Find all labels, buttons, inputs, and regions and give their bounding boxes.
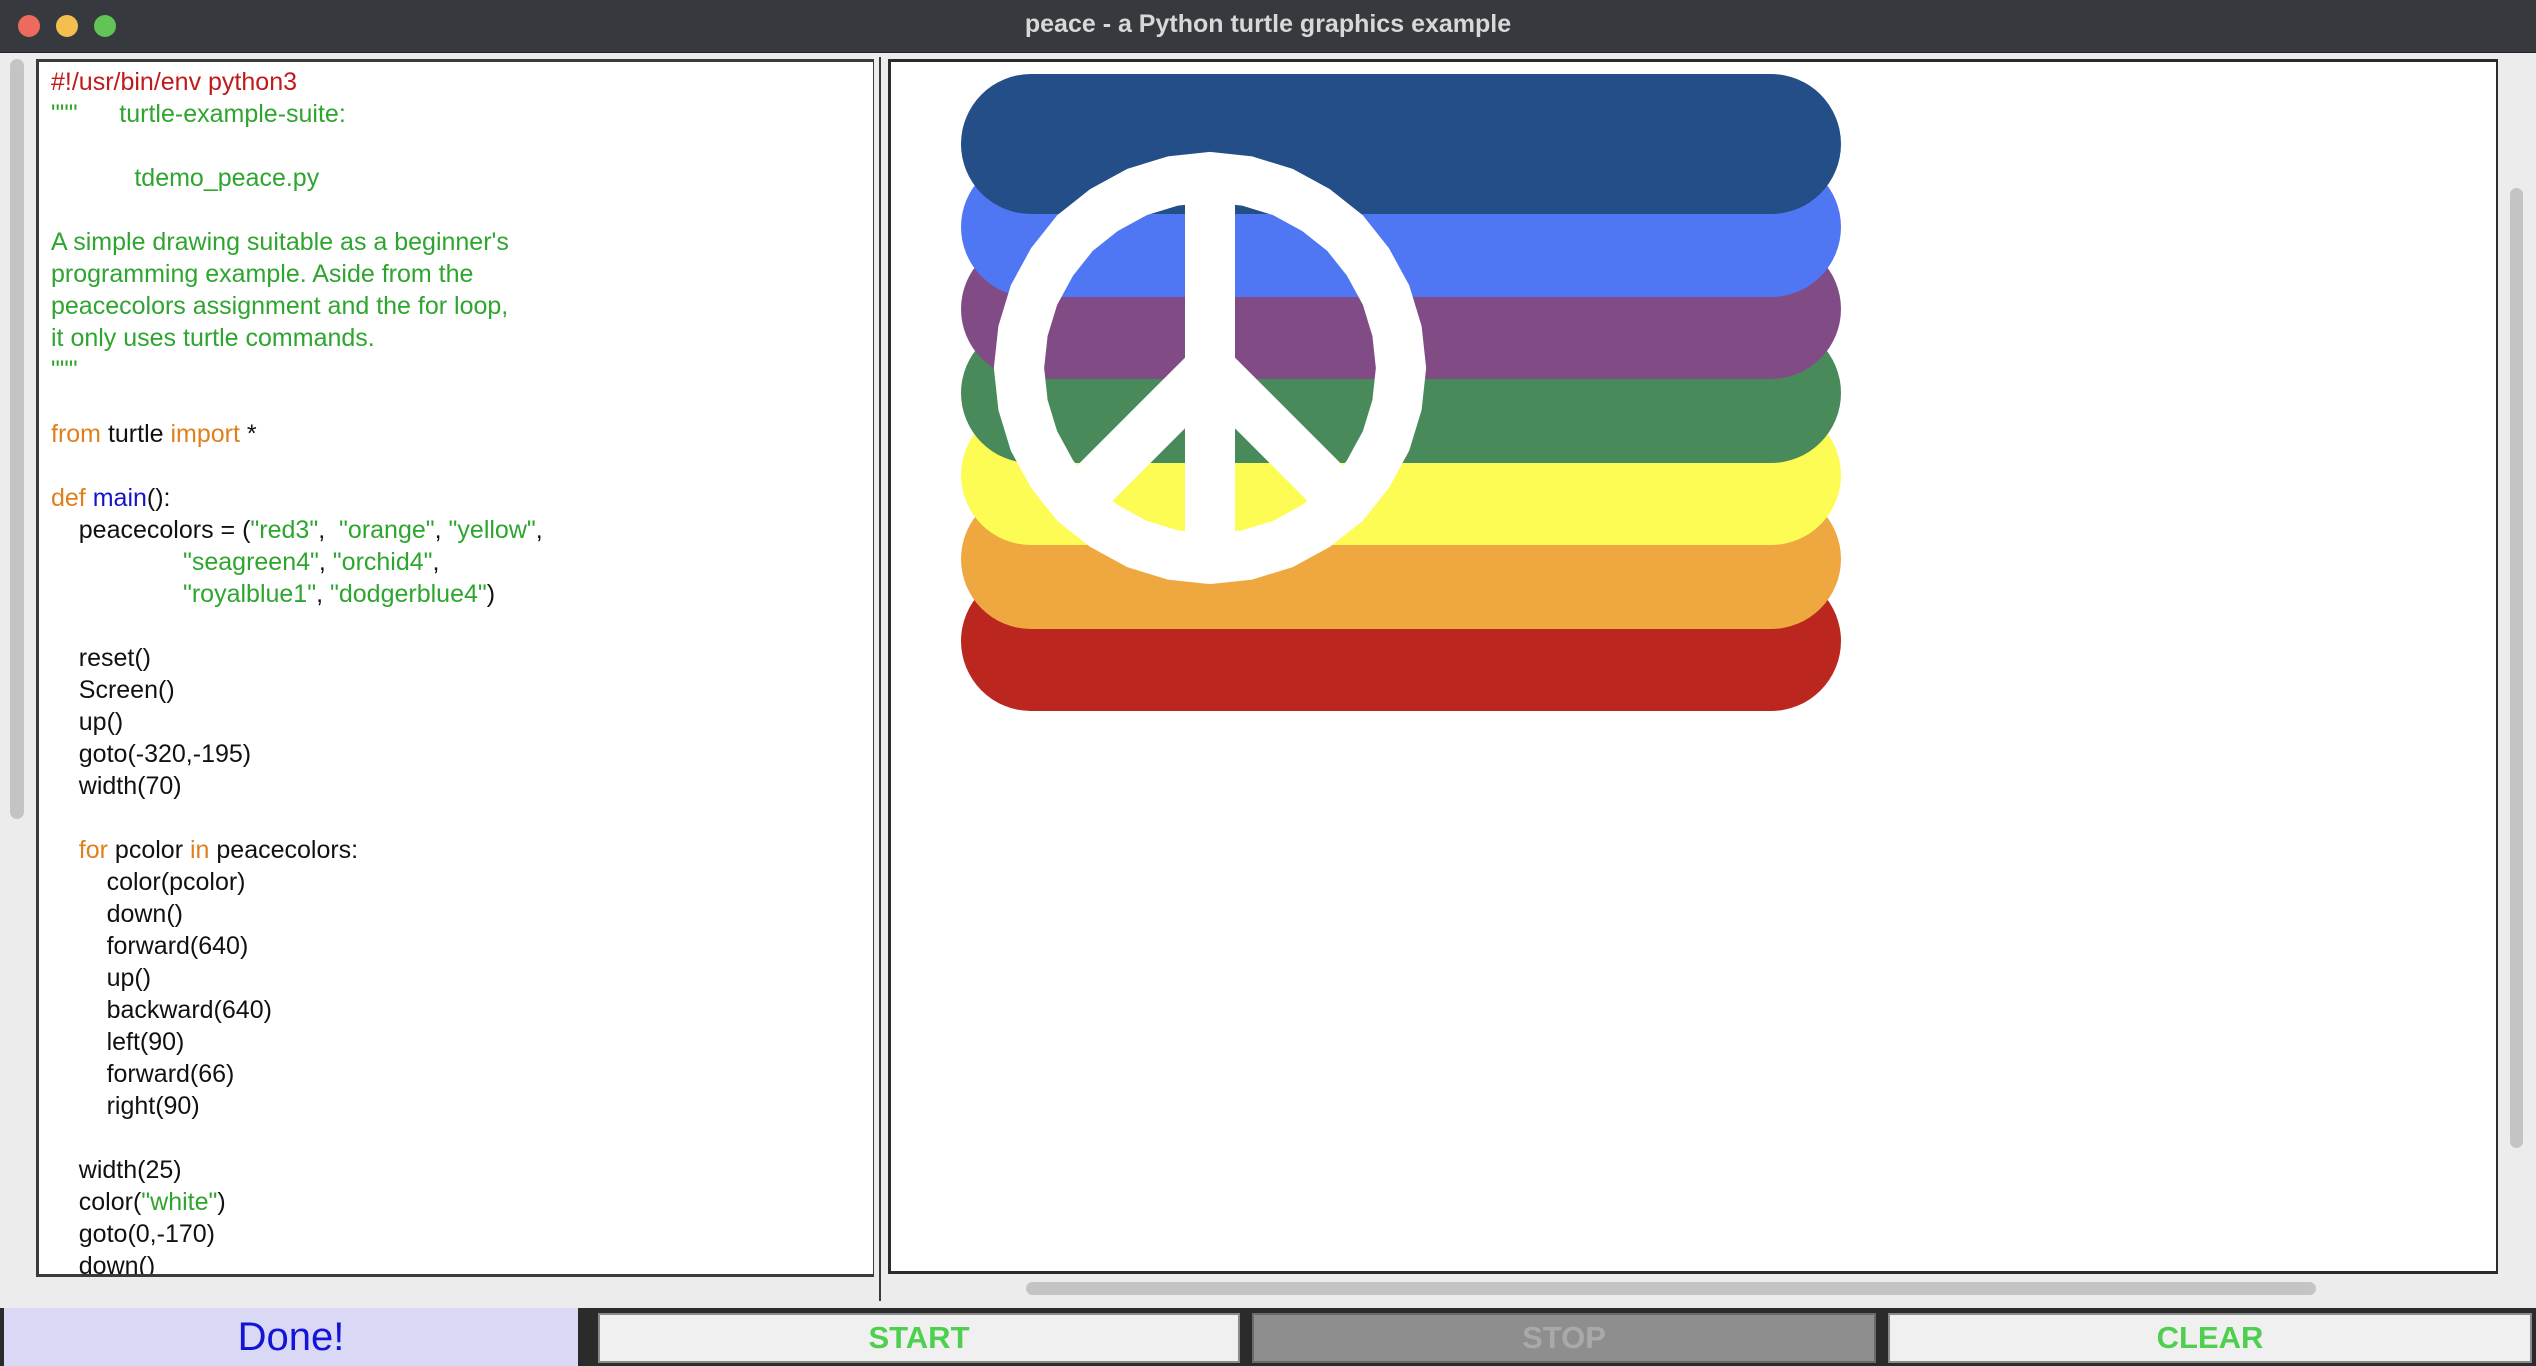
title-bar: peace - a Python turtle graphics example	[0, 0, 2536, 53]
code-line-20: Screen()	[51, 676, 175, 704]
code-text[interactable]: #!/usr/bin/env python3 """ turtle-exampl…	[39, 62, 873, 1277]
code-line-21: up()	[51, 708, 124, 736]
code-editor[interactable]: #!/usr/bin/env python3 """ turtle-exampl…	[36, 59, 876, 1277]
status-label: Done!	[4, 1308, 578, 1366]
code-line-26: color(pcolor)	[51, 868, 246, 896]
code-line-22: goto(-320,-195)	[51, 740, 252, 768]
code-line-29: up()	[51, 964, 152, 992]
code-line-10: """	[51, 356, 78, 384]
code-line-33: right(90)	[51, 1092, 200, 1120]
code-scrollbar[interactable]	[0, 53, 36, 1303]
code-line-7: programming example. Aside from the	[51, 260, 474, 288]
code-line-4: tdemo_peace.py	[51, 164, 320, 192]
turtle-canvas[interactable]	[888, 59, 2499, 1274]
window-title: peace - a Python turtle graphics example	[1024, 10, 1512, 38]
canvas-vertical-scrollbar-thumb[interactable]	[2510, 188, 2523, 1148]
pane-divider-line	[879, 57, 881, 1301]
code-scrollbar-thumb[interactable]	[10, 59, 24, 819]
code-line-25: for pcolor in peacecolors:	[78, 836, 359, 864]
clear-button[interactable]: CLEAR	[1888, 1313, 2532, 1363]
main-content: #!/usr/bin/env python3 """ turtle-exampl…	[0, 53, 2536, 1366]
canvas-vertical-scrollbar[interactable]	[2498, 53, 2536, 1293]
peace-drawing	[961, 74, 1841, 711]
code-line-8: peacecolors assignment and the for loop,	[51, 292, 509, 320]
control-bar: Done! START STOP CLEAR	[0, 1308, 2536, 1366]
code-line-23: width(70)	[51, 772, 182, 800]
code-line-12: from turtle import *	[51, 420, 257, 448]
code-line-1: #!/usr/bin/env python3	[51, 68, 297, 96]
code-line-38: down()	[51, 1252, 156, 1277]
code-line-17: "royalblue1", "dodgerblue4")	[182, 580, 496, 608]
canvas-horizontal-scrollbar[interactable]	[888, 1274, 2499, 1302]
code-line-28: forward(640)	[51, 932, 249, 960]
code-line-32: forward(66)	[51, 1060, 235, 1088]
code-line-19: reset()	[51, 644, 152, 672]
code-line-30: backward(640)	[51, 996, 272, 1024]
code-line-14: def main():	[51, 484, 171, 512]
code-line-27: down()	[51, 900, 183, 928]
code-line-31: left(90)	[51, 1028, 185, 1056]
code-line-2: """ turtle-example-suite:	[51, 100, 346, 128]
stop-button[interactable]: STOP	[1252, 1313, 1876, 1363]
code-line-16: "seagreen4", "orchid4",	[182, 548, 440, 576]
code-line-15: peacecolors = ("red3", "orange", "yellow…	[51, 516, 543, 544]
code-line-36: color("white")	[51, 1188, 226, 1216]
code-line-37: goto(0,-170)	[51, 1220, 215, 1248]
code-line-35: width(25)	[51, 1156, 182, 1184]
canvas-horizontal-scrollbar-thumb[interactable]	[1026, 1282, 2316, 1295]
code-line-6: A simple drawing suitable as a beginner'…	[51, 228, 509, 256]
code-line-9: it only uses turtle commands.	[51, 324, 375, 352]
start-button[interactable]: START	[598, 1313, 1240, 1363]
